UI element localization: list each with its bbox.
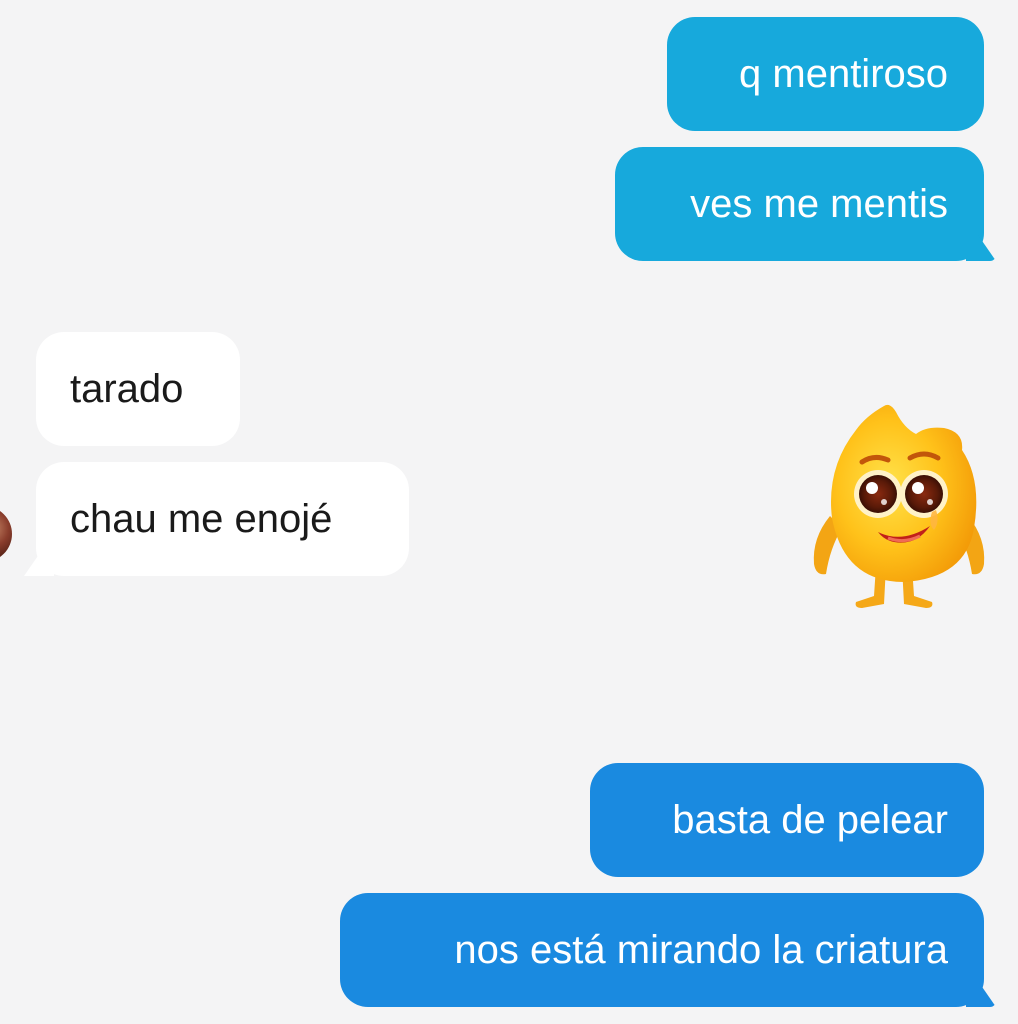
message-bubble-incoming[interactable]: chau me enojé	[36, 462, 409, 576]
message-text: tarado	[70, 366, 184, 411]
message-bubble-outgoing[interactable]: basta de pelear	[590, 763, 984, 877]
contact-avatar-icon[interactable]	[0, 506, 12, 562]
message-bubble-incoming[interactable]: tarado	[36, 332, 240, 446]
message-bubble-outgoing[interactable]: q mentiroso	[667, 17, 984, 131]
message-text: ves me mentis	[690, 181, 948, 226]
message-text: basta de pelear	[672, 797, 948, 842]
message-text: nos está mirando la criatura	[454, 927, 948, 972]
message-bubble-outgoing[interactable]: nos está mirando la criatura	[340, 893, 984, 1007]
message-text: chau me enojé	[70, 496, 333, 541]
message-bubble-outgoing[interactable]: ves me mentis	[615, 147, 984, 261]
flame-creature-sticker-icon[interactable]	[804, 398, 994, 612]
message-text: q mentiroso	[739, 51, 948, 96]
